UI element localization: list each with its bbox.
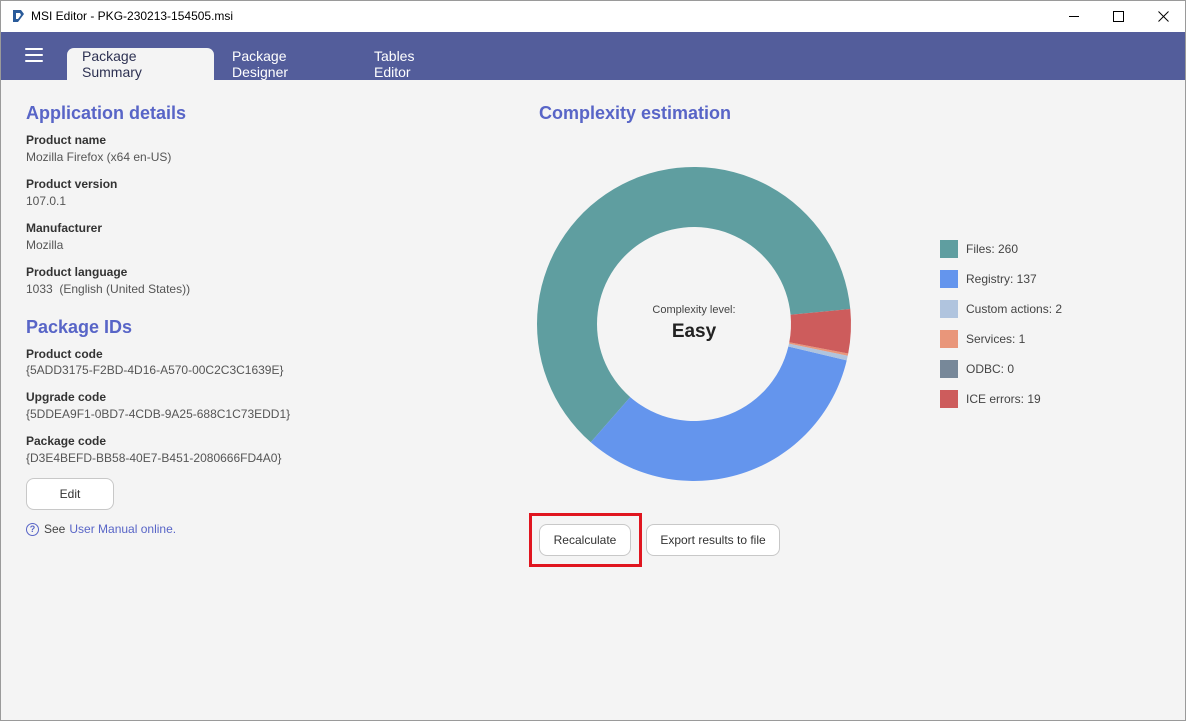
export-results-button[interactable]: Export results to file bbox=[646, 524, 780, 556]
app-window: MSI Editor - PKG-230213-154505.msi Packa… bbox=[0, 0, 1186, 721]
help-prefix: See bbox=[44, 522, 66, 536]
legend-swatch bbox=[940, 240, 958, 258]
maximize-icon bbox=[1112, 11, 1124, 22]
legend-label: Registry: 137 bbox=[966, 272, 1037, 286]
title-bar: MSI Editor - PKG-230213-154505.msi bbox=[1, 1, 1185, 32]
donut-slice-registry bbox=[590, 346, 847, 481]
product-name-label: Product name bbox=[26, 133, 107, 147]
edit-button[interactable]: Edit bbox=[26, 478, 114, 510]
complexity-level-value: Easy bbox=[671, 321, 717, 342]
tab-package-designer[interactable]: Package Designer bbox=[217, 48, 354, 80]
legend-item-services: Services: 1 bbox=[940, 330, 1025, 348]
application-details-heading: Application details bbox=[26, 103, 187, 123]
product-name-value: Mozilla Firefox (x64 en-US) bbox=[26, 150, 172, 164]
product-language-label: Product language bbox=[26, 265, 128, 279]
window-title: MSI Editor - PKG-230213-154505.msi bbox=[31, 9, 234, 23]
legend-label: ICE errors: 19 bbox=[966, 392, 1041, 406]
package-code-value: {D3E4BEFD-BB58-40E7-B451-2080666FD4A0} bbox=[26, 451, 282, 465]
upgrade-code-value: {5DDEA9F1-0BD7-4CDB-9A25-688C1C73EDD1} bbox=[26, 407, 291, 421]
product-language-value: 1033 (English (United States)) bbox=[26, 282, 191, 296]
manufacturer-value: Mozilla bbox=[26, 238, 64, 252]
app-logo-icon bbox=[13, 10, 24, 22]
maximize-button[interactable] bbox=[1095, 1, 1141, 32]
product-version-label: Product version bbox=[26, 177, 118, 191]
package-code-label: Package code bbox=[26, 434, 107, 448]
product-code-value: {5ADD3175-F2BD-4D16-A570-00C2C3C1639E} bbox=[26, 363, 284, 377]
legend-item-files: Files: 260 bbox=[940, 240, 1018, 258]
legend-label: Services: 1 bbox=[966, 332, 1026, 346]
legend-swatch bbox=[940, 300, 958, 318]
upgrade-code-label: Upgrade code bbox=[26, 390, 107, 404]
product-version-value: 107.0.1 bbox=[26, 194, 67, 208]
manufacturer-label: Manufacturer bbox=[26, 221, 103, 235]
minimize-icon bbox=[1068, 16, 1079, 17]
user-manual-link[interactable]: User Manual online. bbox=[69, 522, 176, 536]
close-icon bbox=[1157, 11, 1169, 22]
hamburger-menu-icon[interactable] bbox=[25, 48, 43, 62]
close-button[interactable] bbox=[1140, 1, 1186, 32]
help-row: ? See User Manual online. bbox=[26, 522, 176, 536]
help-icon: ? bbox=[26, 522, 39, 536]
tab-tables-editor[interactable]: Tables Editor bbox=[359, 48, 467, 80]
legend-swatch bbox=[940, 390, 958, 408]
legend-item-custom-actions: Custom actions: 2 bbox=[940, 300, 1062, 318]
legend-label: Custom actions: 2 bbox=[966, 302, 1063, 316]
legend-item-odbc: ODBC: 0 bbox=[940, 360, 1014, 378]
legend-swatch bbox=[940, 360, 958, 378]
legend-swatch bbox=[940, 270, 958, 288]
minimize-button[interactable] bbox=[1051, 1, 1097, 32]
legend-label: ODBC: 0 bbox=[966, 362, 1015, 376]
package-ids-heading: Package IDs bbox=[26, 317, 133, 337]
legend-item-registry: Registry: 137 bbox=[940, 270, 1037, 288]
product-code-label: Product code bbox=[26, 347, 103, 361]
highlight-annotation bbox=[529, 513, 642, 567]
complexity-level-label: Complexity level: bbox=[652, 304, 736, 316]
legend-swatch bbox=[940, 330, 958, 348]
tab-package-summary[interactable]: Package Summary bbox=[67, 48, 214, 80]
complexity-heading: Complexity estimation bbox=[539, 103, 732, 123]
nav-bar: Package Summary Package Designer Tables … bbox=[1, 32, 1185, 80]
legend-item-ice-errors: ICE errors: 19 bbox=[940, 390, 1041, 408]
legend-label: Files: 260 bbox=[966, 242, 1019, 256]
